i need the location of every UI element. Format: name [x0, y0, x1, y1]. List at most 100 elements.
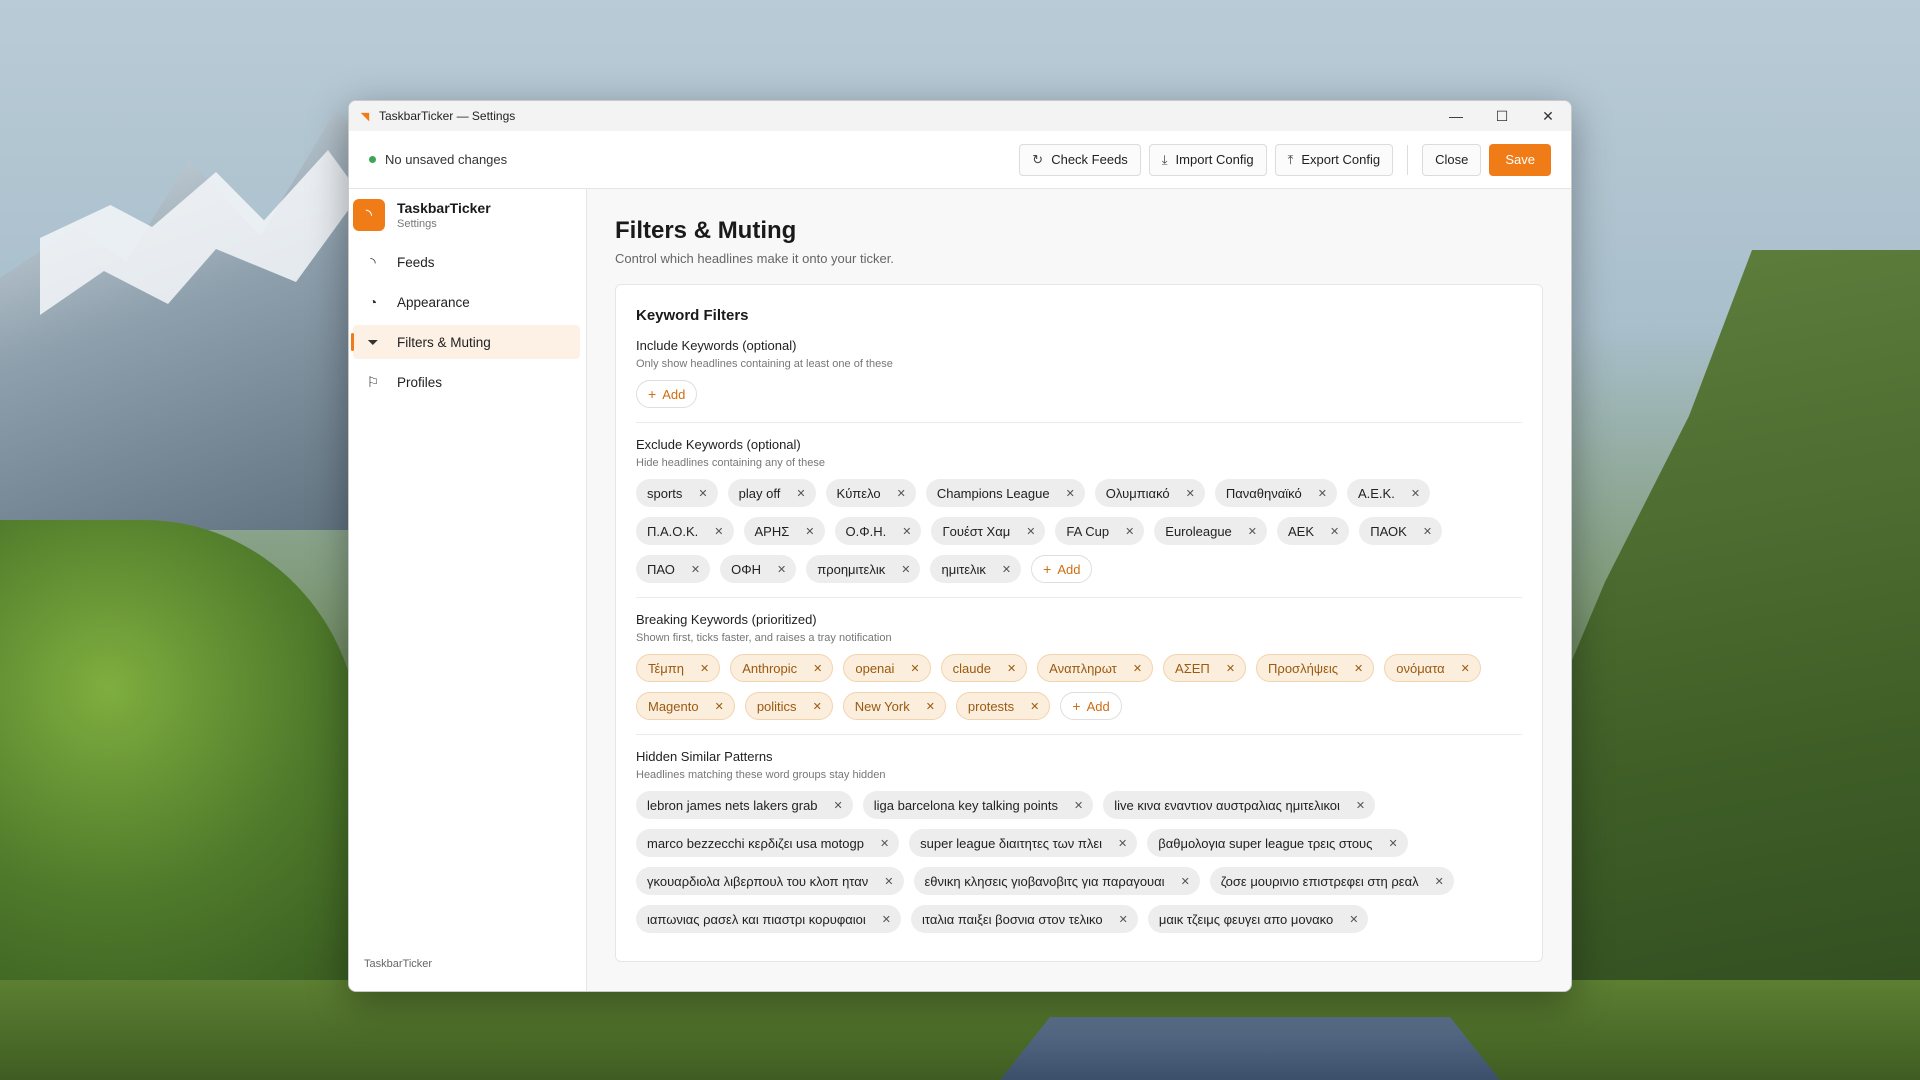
remove-chip-icon[interactable]: ✕	[796, 487, 805, 500]
export-config-label: Export Config	[1301, 152, 1381, 167]
remove-chip-icon[interactable]: ✕	[926, 700, 935, 713]
chip-label: ΟΦΗ	[731, 561, 761, 577]
import-config-label: Import Config	[1175, 152, 1254, 167]
sidebar-item-label: Filters & Muting	[397, 334, 491, 350]
section-label: Breaking Keywords (prioritized)	[636, 612, 817, 627]
remove-chip-icon[interactable]: ✕	[1318, 487, 1327, 500]
sidebar-item-feeds[interactable]: ◝ Feeds	[353, 245, 580, 279]
chip-label: New York	[854, 698, 910, 714]
import-config-button[interactable]: ⤓ Import Config	[1148, 143, 1267, 176]
chip-label: ημιτελικ	[941, 561, 986, 577]
remove-chip-icon[interactable]: ✕	[1125, 525, 1134, 538]
remove-chip-icon[interactable]: ✕	[1226, 662, 1235, 675]
remove-chip-icon[interactable]: ✕	[884, 875, 893, 888]
rss-icon: ◝	[370, 253, 376, 270]
remove-chip-icon[interactable]: ✕	[1002, 563, 1011, 576]
remove-chip-icon[interactable]: ✕	[805, 525, 814, 538]
hidden-chip: liga barcelona key talking points ✕	[862, 791, 1094, 819]
section-label: Exclude Keywords (optional)	[636, 437, 801, 452]
toolbar: No unsaved changes ↻ Check Feeds ⤓ Impor…	[349, 131, 1571, 189]
remove-chip-icon[interactable]: ✕	[813, 700, 822, 713]
filter-icon: ⏷	[367, 333, 379, 350]
save-button[interactable]: Save	[1489, 143, 1551, 176]
sidebar-item-filters-muting[interactable]: ⏷ Filters & Muting	[351, 325, 580, 359]
remove-chip-icon[interactable]: ✕	[1118, 837, 1127, 850]
brand-subtitle: Settings	[397, 218, 437, 230]
section-hint: Only show headlines containing at least …	[636, 358, 893, 370]
page-title: Filters & Muting	[615, 217, 797, 244]
sidebar-item-appearance[interactable]: ◔ Appearance	[353, 285, 580, 319]
export-config-button[interactable]: ⤒ Export Config	[1274, 143, 1394, 176]
remove-chip-icon[interactable]: ✕	[1356, 799, 1365, 812]
close-label: Close	[1435, 152, 1469, 167]
exclude-chip-list: sports ✕ play off ✕ Κύπελο ✕ Champions League ✕…	[636, 479, 1522, 583]
remove-chip-icon[interactable]: ✕	[1133, 662, 1142, 675]
chip-label: politics	[756, 698, 797, 714]
breaking-chip: ΑΣΕΠ ✕	[1163, 654, 1247, 682]
remove-chip-icon[interactable]: ✕	[698, 487, 707, 500]
remove-chip-icon[interactable]: ✕	[714, 525, 723, 538]
remove-chip-icon[interactable]: ✕	[1181, 875, 1190, 888]
breaking-add-button[interactable]: + Add	[1060, 692, 1122, 720]
close-button[interactable]: Close	[1422, 143, 1482, 176]
chip-label: ΠΑΟ	[647, 561, 675, 577]
chip-label: marco bezzecchi κερδιζει usa motogp	[647, 835, 864, 851]
remove-chip-icon[interactable]: ✕	[715, 700, 724, 713]
remove-chip-icon[interactable]: ✕	[882, 913, 891, 926]
maximize-button[interactable]: ☐	[1479, 101, 1525, 131]
remove-chip-icon[interactable]: ✕	[1388, 837, 1397, 850]
remove-chip-icon[interactable]: ✕	[897, 487, 906, 500]
app-logo-icon: ◝	[353, 199, 385, 231]
remove-chip-icon[interactable]: ✕	[1461, 662, 1470, 675]
hidden-chip: super league διαιτητες των πλει ✕	[909, 829, 1138, 857]
exclude-chip: Κύπελο ✕	[825, 479, 916, 507]
remove-chip-icon[interactable]: ✕	[1007, 662, 1016, 675]
remove-chip-icon[interactable]: ✕	[1349, 913, 1358, 926]
remove-chip-icon[interactable]: ✕	[834, 799, 843, 812]
remove-chip-icon[interactable]: ✕	[902, 525, 911, 538]
page-subtitle: Control which headlines make it onto you…	[615, 251, 894, 266]
remove-chip-icon[interactable]: ✕	[1026, 525, 1035, 538]
exclude-chip: play off ✕	[727, 479, 816, 507]
remove-chip-icon[interactable]: ✕	[1435, 875, 1444, 888]
remove-chip-icon[interactable]: ✕	[700, 662, 709, 675]
remove-chip-icon[interactable]: ✕	[1066, 487, 1075, 500]
exclude-chip: Ο.Φ.Η. ✕	[834, 517, 922, 545]
remove-chip-icon[interactable]: ✕	[1074, 799, 1083, 812]
remove-chip-icon[interactable]: ✕	[691, 563, 700, 576]
exclude-chip: ΑΕΚ ✕	[1277, 517, 1350, 545]
remove-chip-icon[interactable]: ✕	[813, 662, 822, 675]
breaking-chip: New York ✕	[842, 692, 946, 720]
close-window-button[interactable]: ✕	[1525, 101, 1571, 131]
remove-chip-icon[interactable]: ✕	[1354, 662, 1363, 675]
remove-chip-icon[interactable]: ✕	[910, 662, 919, 675]
remove-chip-icon[interactable]: ✕	[1248, 525, 1257, 538]
exclude-add-button[interactable]: + Add	[1031, 555, 1093, 583]
remove-chip-icon[interactable]: ✕	[1119, 913, 1128, 926]
hidden-chip: ζοσε μουρινιο επιστρεφει στη ρεαλ ✕	[1209, 867, 1454, 895]
sidebar-item-label: Feeds	[397, 254, 435, 270]
sidebar-item-profiles[interactable]: ⚐ Profiles	[353, 365, 580, 399]
title-bar[interactable]: ◥ TaskbarTicker — Settings — ☐ ✕	[349, 101, 1571, 131]
minimize-button[interactable]: —	[1433, 101, 1479, 131]
breaking-chip: politics ✕	[744, 692, 833, 720]
hidden-chip: μαικ τζειμς φευγει απο μονακο ✕	[1147, 905, 1369, 933]
remove-chip-icon[interactable]: ✕	[880, 837, 889, 850]
hidden-chip: live κινα εναντιον αυστραλιας ημιτελικοι…	[1103, 791, 1376, 819]
section-hint: Shown first, ticks faster, and raises a …	[636, 632, 892, 644]
save-status: No unsaved changes	[369, 152, 507, 167]
include-add-button[interactable]: + Add	[636, 380, 698, 408]
remove-chip-icon[interactable]: ✕	[1030, 700, 1039, 713]
remove-chip-icon[interactable]: ✕	[1423, 525, 1432, 538]
hidden-pattern-list: lebron james nets lakers grab ✕ liga barce…	[636, 791, 1522, 933]
remove-chip-icon[interactable]: ✕	[777, 563, 786, 576]
chip-label: Ολυμπιακό	[1105, 485, 1170, 501]
check-feeds-button[interactable]: ↻ Check Feeds	[1019, 143, 1141, 176]
remove-chip-icon[interactable]: ✕	[1186, 487, 1195, 500]
remove-chip-icon[interactable]: ✕	[1330, 525, 1339, 538]
check-feeds-label: Check Feeds	[1051, 152, 1128, 167]
remove-chip-icon[interactable]: ✕	[1411, 487, 1420, 500]
status-text: No unsaved changes	[385, 152, 508, 167]
remove-chip-icon[interactable]: ✕	[901, 563, 910, 576]
hidden-chip: lebron james nets lakers grab ✕	[636, 791, 853, 819]
